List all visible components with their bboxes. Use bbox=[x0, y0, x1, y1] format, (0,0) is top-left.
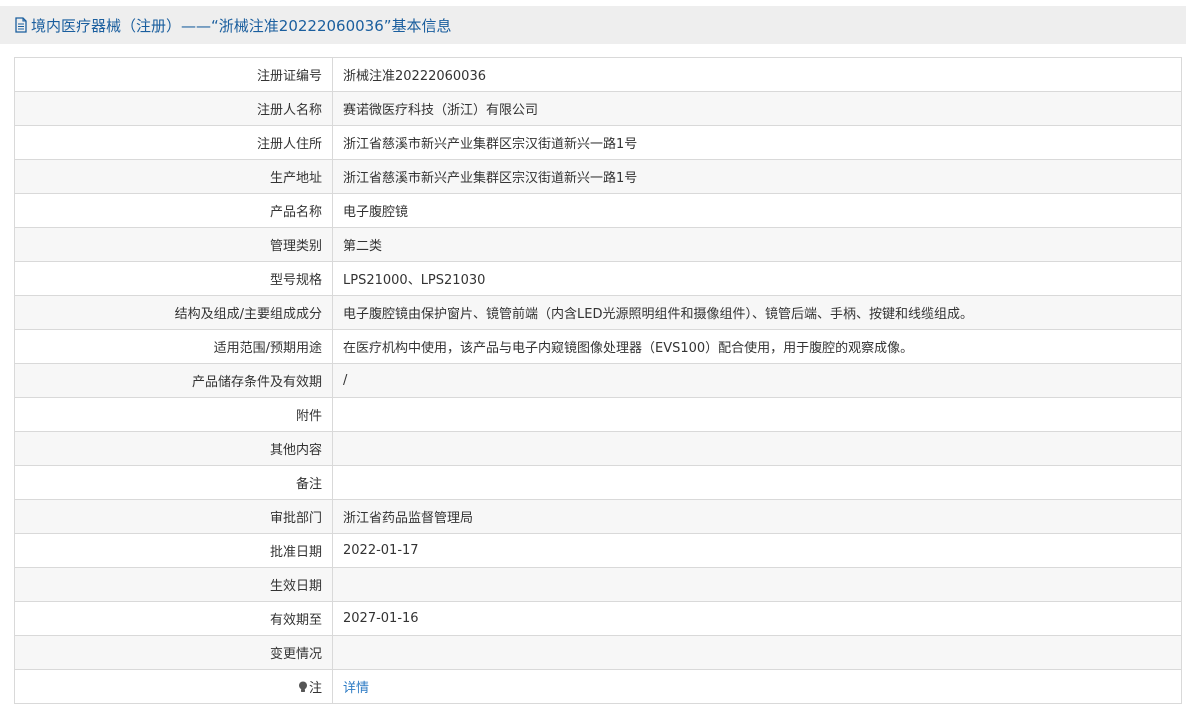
row-value: / bbox=[332, 363, 1182, 398]
table-row: 批准日期 2022-01-17 bbox=[14, 533, 1182, 568]
row-value: 电子腹腔镜 bbox=[332, 193, 1182, 228]
row-value: 赛诺微医疗科技（浙江）有限公司 bbox=[332, 91, 1182, 126]
row-label: 产品名称 bbox=[14, 193, 333, 228]
lightbulb-icon bbox=[298, 681, 308, 693]
row-value: 浙江省药品监督管理局 bbox=[332, 499, 1182, 534]
row-label: 注册证编号 bbox=[14, 57, 333, 92]
note-label: 注 bbox=[308, 681, 322, 696]
table-row-note: 注 详情 bbox=[14, 669, 1182, 704]
row-value bbox=[332, 397, 1182, 432]
table-row: 管理类别 第二类 bbox=[14, 227, 1182, 262]
table-row: 型号规格 LPS21000、LPS21030 bbox=[14, 261, 1182, 296]
row-value: 浙械注准20222060036 bbox=[332, 57, 1182, 92]
table-row: 审批部门 浙江省药品监督管理局 bbox=[14, 499, 1182, 534]
table-row: 适用范围/预期用途 在医疗机构中使用，该产品与电子内窥镜图像处理器（EVS100）… bbox=[14, 329, 1182, 364]
row-value: 第二类 bbox=[332, 227, 1182, 262]
row-value: 在医疗机构中使用，该产品与电子内窥镜图像处理器（EVS100）配合使用，用于腹腔… bbox=[332, 329, 1182, 364]
table-row: 注册人名称 赛诺微医疗科技（浙江）有限公司 bbox=[14, 91, 1182, 126]
table-row: 注册人住所 浙江省慈溪市新兴产业集群区宗汉街道新兴一路1号 bbox=[14, 125, 1182, 160]
table-row: 注册证编号 浙械注准20222060036 bbox=[14, 57, 1182, 92]
registration-info-table: 注册证编号 浙械注准20222060036 注册人名称 赛诺微医疗科技（浙江）有限公司… bbox=[14, 57, 1182, 704]
table-row: 附件 bbox=[14, 397, 1182, 432]
row-value: LPS21000、LPS21030 bbox=[332, 261, 1182, 296]
row-value: 浙江省慈溪市新兴产业集群区宗汉街道新兴一路1号 bbox=[332, 159, 1182, 194]
row-label: 结构及组成/主要组成成分 bbox=[14, 295, 333, 330]
note-value-cell: 详情 bbox=[332, 669, 1182, 704]
row-label: 注册人住所 bbox=[14, 125, 333, 160]
row-label: 生效日期 bbox=[14, 567, 333, 602]
row-label: 审批部门 bbox=[14, 499, 333, 534]
table-row: 生效日期 bbox=[14, 567, 1182, 602]
row-value: 2027-01-16 bbox=[332, 601, 1182, 636]
table-row: 变更情况 bbox=[14, 635, 1182, 670]
table-row: 产品名称 电子腹腔镜 bbox=[14, 193, 1182, 228]
row-value bbox=[332, 465, 1182, 500]
row-value bbox=[332, 567, 1182, 602]
detail-link[interactable]: 详情 bbox=[343, 681, 369, 696]
table-row: 产品储存条件及有效期 / bbox=[14, 363, 1182, 398]
row-label: 产品储存条件及有效期 bbox=[14, 363, 333, 398]
row-value bbox=[332, 431, 1182, 466]
row-label: 附件 bbox=[14, 397, 333, 432]
row-label: 备注 bbox=[14, 465, 333, 500]
page-title-bar: 境内医疗器械（注册）——“浙械注准20222060036”基本信息 bbox=[0, 6, 1186, 44]
page-title: 境内医疗器械（注册）——“浙械注准20222060036”基本信息 bbox=[31, 16, 452, 35]
note-label-cell: 注 bbox=[14, 669, 333, 704]
row-label: 有效期至 bbox=[14, 601, 333, 636]
row-value bbox=[332, 635, 1182, 670]
table-row: 其他内容 bbox=[14, 431, 1182, 466]
row-value: 浙江省慈溪市新兴产业集群区宗汉街道新兴一路1号 bbox=[332, 125, 1182, 160]
table-row: 备注 bbox=[14, 465, 1182, 500]
table-row: 结构及组成/主要组成成分 电子腹腔镜由保护窗片、镜管前端（内含LED光源照明组件和… bbox=[14, 295, 1182, 330]
row-label: 其他内容 bbox=[14, 431, 333, 466]
row-label: 管理类别 bbox=[14, 227, 333, 262]
row-label: 注册人名称 bbox=[14, 91, 333, 126]
document-icon bbox=[14, 17, 28, 33]
row-label: 适用范围/预期用途 bbox=[14, 329, 333, 364]
row-label: 变更情况 bbox=[14, 635, 333, 670]
row-label: 批准日期 bbox=[14, 533, 333, 568]
row-label: 生产地址 bbox=[14, 159, 333, 194]
table-row: 有效期至 2027-01-16 bbox=[14, 601, 1182, 636]
table-row: 生产地址 浙江省慈溪市新兴产业集群区宗汉街道新兴一路1号 bbox=[14, 159, 1182, 194]
row-label: 型号规格 bbox=[14, 261, 333, 296]
row-value: 电子腹腔镜由保护窗片、镜管前端（内含LED光源照明组件和摄像组件）、镜管后端、手… bbox=[332, 295, 1182, 330]
row-value: 2022-01-17 bbox=[332, 533, 1182, 568]
